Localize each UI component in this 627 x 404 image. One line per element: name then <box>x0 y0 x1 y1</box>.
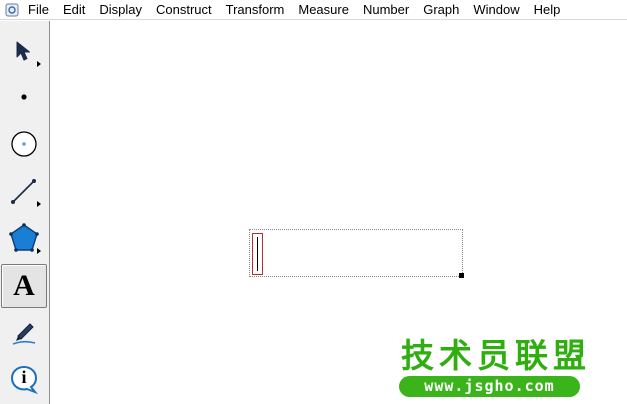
marker-icon <box>10 319 38 347</box>
polygon-icon <box>8 222 40 254</box>
selection-arrow-tool[interactable] <box>1 29 47 73</box>
menu-graph[interactable]: Graph <box>416 0 466 20</box>
marker-tool[interactable] <box>1 311 47 355</box>
information-tool[interactable]: i <box>1 357 47 401</box>
polygon-tool[interactable] <box>1 216 47 260</box>
straightedge-tool[interactable] <box>1 169 47 213</box>
watermark-logo: 技 术 员 联 盟 <box>399 337 589 375</box>
watermark: 技 术 员 联 盟 www.jsgho.com <box>399 337 589 397</box>
menu-help[interactable]: Help <box>527 0 568 20</box>
text-caret <box>252 233 263 275</box>
menu-number[interactable]: Number <box>356 0 416 20</box>
tool-submenu-arrow <box>37 248 41 254</box>
text-icon: A <box>13 269 35 302</box>
compass-tool[interactable] <box>1 122 47 166</box>
point-icon <box>19 92 29 102</box>
arrow-select-icon <box>13 40 35 62</box>
menu-measure[interactable]: Measure <box>291 0 356 20</box>
text-box[interactable] <box>249 229 464 278</box>
text-box-resize-handle[interactable] <box>459 273 464 278</box>
straightedge-icon <box>9 176 39 206</box>
menu-window[interactable]: Window <box>466 0 526 20</box>
watermark-char: 员 <box>477 336 510 375</box>
toolbox: A i <box>0 21 50 404</box>
watermark-char: 联 <box>515 336 548 375</box>
watermark-url: www.jsgho.com <box>399 376 580 397</box>
watermark-char: 技 <box>401 336 434 375</box>
text-tool[interactable]: A <box>1 264 47 308</box>
information-icon: i <box>9 364 39 394</box>
menu-edit[interactable]: Edit <box>56 0 92 20</box>
point-tool[interactable] <box>1 75 47 119</box>
compass-icon <box>10 130 38 158</box>
app-icon[interactable] <box>3 0 21 20</box>
menu-construct[interactable]: Construct <box>149 0 219 20</box>
tool-submenu-arrow <box>37 61 41 67</box>
watermark-char: 盟 <box>553 336 586 375</box>
menu-transform[interactable]: Transform <box>219 0 292 20</box>
menu-bar: File Edit Display Construct Transform Me… <box>0 0 627 20</box>
tool-submenu-arrow <box>37 201 41 207</box>
menu-file[interactable]: File <box>21 0 56 20</box>
information-label: i <box>21 367 27 387</box>
watermark-char: 术 <box>439 336 472 375</box>
menu-display[interactable]: Display <box>92 0 149 20</box>
